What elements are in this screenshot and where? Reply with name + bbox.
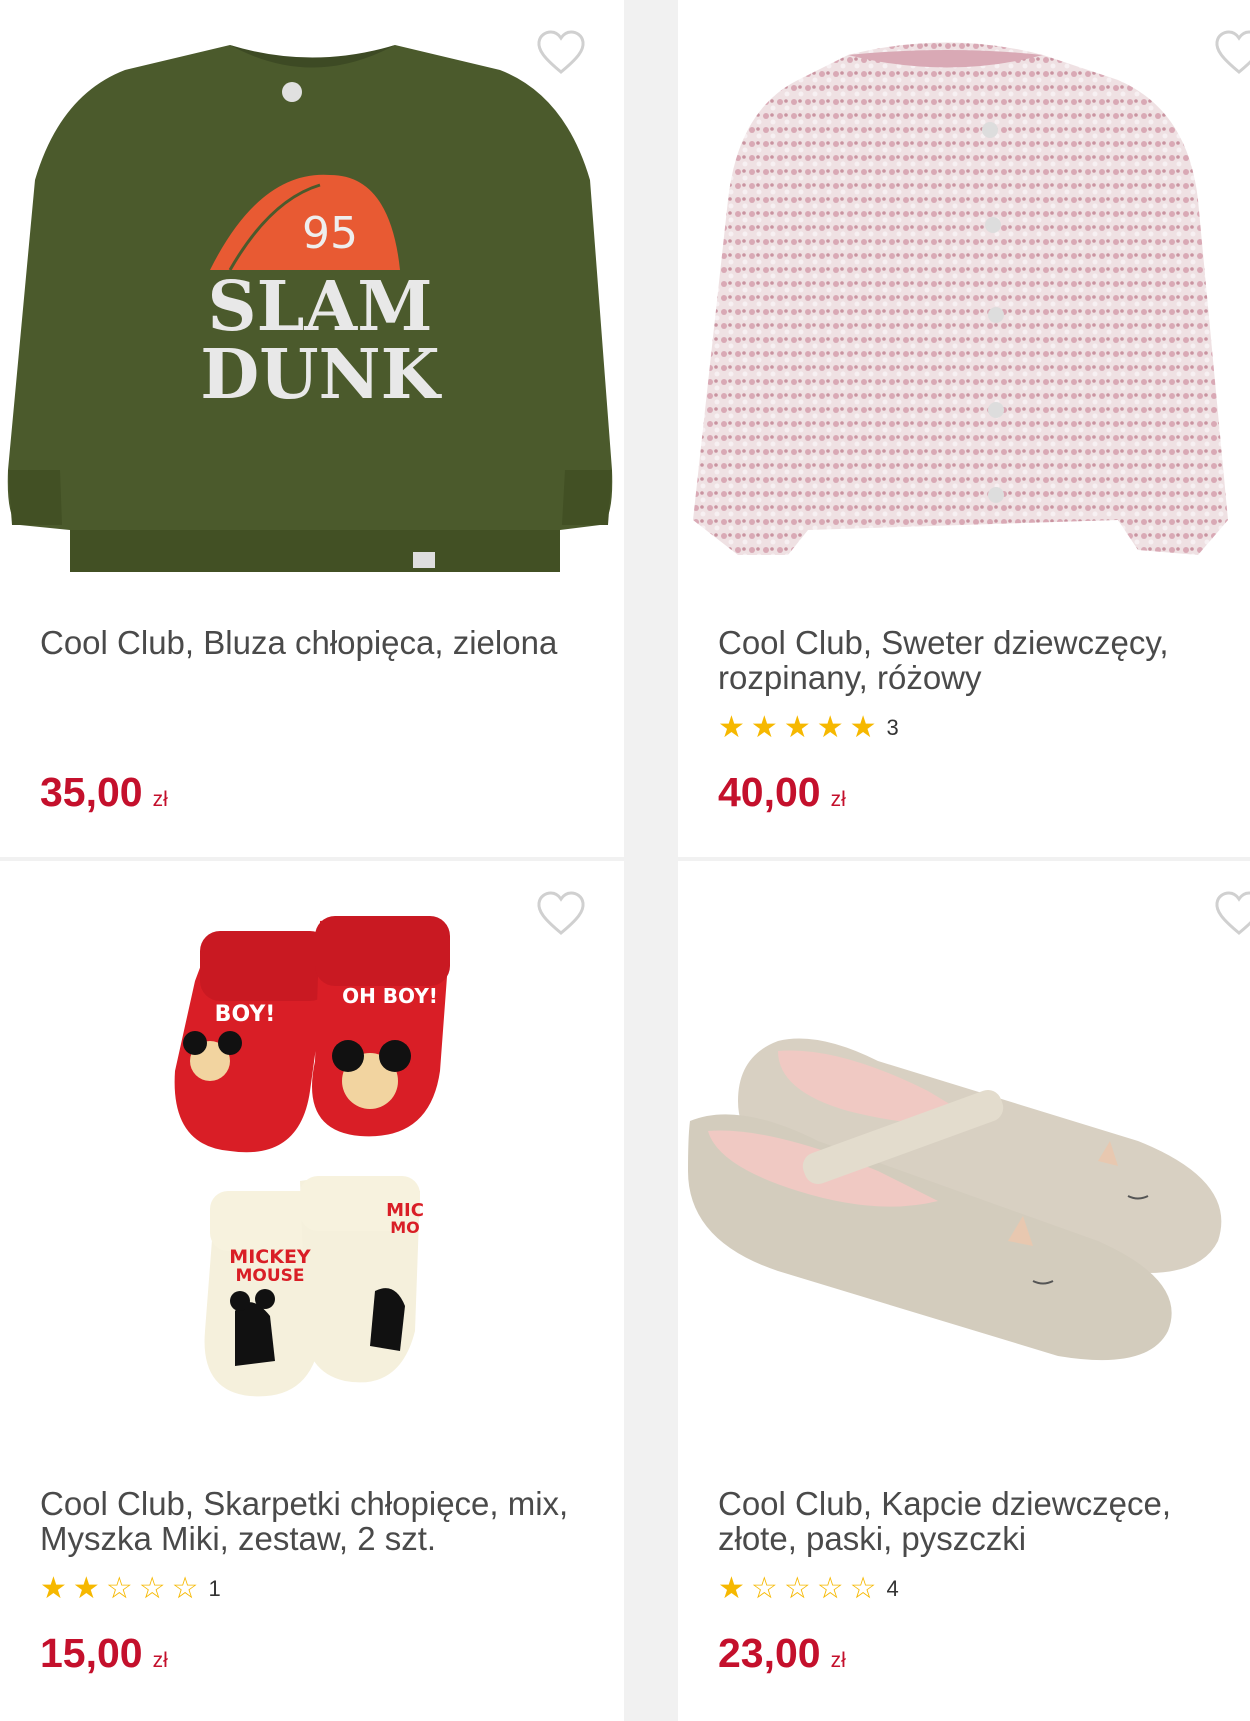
star-filled-icon: ★ <box>72 1572 100 1605</box>
wishlist-heart-icon[interactable] <box>536 891 586 937</box>
sock-text-6: MO <box>390 1218 420 1237</box>
price-currency: zł <box>830 788 846 811</box>
rating-count: 1 <box>208 1576 221 1601</box>
price-value: 15,00 <box>40 1630 143 1676</box>
product-rating: ★ ☆ ☆ ☆ ☆ 4 <box>718 1572 899 1606</box>
product-grid: 95 SLAM DUNK Cool Club, Bluza chłopięca,… <box>0 0 1250 1721</box>
star-filled-icon: ★ <box>849 711 877 744</box>
product-image[interactable] <box>678 861 1250 1451</box>
wishlist-heart-icon[interactable] <box>536 30 586 76</box>
product-price: 35,00 zł <box>40 768 168 824</box>
product-image[interactable] <box>678 0 1250 590</box>
price-currency: zł <box>830 1649 846 1672</box>
product-price: 15,00 zł <box>40 1629 168 1685</box>
pink-cardigan-image <box>693 42 1228 555</box>
star-outline-icon: ☆ <box>138 1572 166 1605</box>
price-value: 35,00 <box>40 769 143 815</box>
price-value: 23,00 <box>718 1630 821 1676</box>
star-outline-icon: ☆ <box>171 1572 199 1605</box>
product-title[interactable]: Cool Club, Kapcie dziewczęce, złote, pas… <box>718 1486 1250 1556</box>
mickey-socks-image: BOY! OH BOY! MICKEY MOUSE MIC MO <box>174 916 450 1397</box>
wishlist-heart-icon[interactable] <box>1214 891 1250 937</box>
product-title[interactable]: Cool Club, Bluza chłopięca, zielona <box>40 625 580 660</box>
star-outline-icon: ☆ <box>783 1572 811 1605</box>
product-image[interactable]: 95 SLAM DUNK <box>0 0 624 590</box>
product-image[interactable]: BOY! OH BOY! MICKEY MOUSE MIC MO <box>0 861 624 1451</box>
star-outline-icon: ☆ <box>816 1572 844 1605</box>
sock-text-3: MICKEY <box>229 1246 311 1268</box>
green-sweatshirt-image: 95 SLAM DUNK <box>7 45 613 572</box>
product-title[interactable]: Cool Club, Sweter dziewczęcy, rozpinany,… <box>718 625 1250 695</box>
sock-text-4: MOUSE <box>235 1266 304 1286</box>
product-card[interactable]: 95 SLAM DUNK Cool Club, Bluza chłopięca,… <box>0 0 624 857</box>
star-filled-icon: ★ <box>718 1572 745 1605</box>
product-price: 40,00 zł <box>718 768 846 824</box>
product-price: 23,00 zł <box>718 1629 846 1685</box>
star-outline-icon: ☆ <box>849 1572 877 1605</box>
product-rating: ★ ★ ☆ ☆ ☆ 1 <box>40 1572 221 1606</box>
wishlist-heart-icon[interactable] <box>1214 30 1250 76</box>
sock-text-1: BOY! <box>215 1002 276 1027</box>
price-currency: zł <box>152 1649 168 1672</box>
sock-text-2: OH BOY! <box>342 984 438 1008</box>
gold-slippers-image <box>685 1038 1222 1388</box>
print-word-2: DUNK <box>200 335 442 415</box>
product-card[interactable]: Cool Club, Sweter dziewczęcy, rozpinany,… <box>678 0 1250 857</box>
rating-count: 3 <box>886 715 899 740</box>
star-filled-icon: ★ <box>718 711 745 744</box>
product-card[interactable]: BOY! OH BOY! MICKEY MOUSE MIC MO Cool Cl… <box>0 861 624 1721</box>
star-outline-icon: ☆ <box>750 1572 778 1605</box>
product-card[interactable]: Cool Club, Kapcie dziewczęce, złote, pas… <box>678 861 1250 1721</box>
product-rating: ★ ★ ★ ★ ★ 3 <box>718 711 899 745</box>
star-filled-icon: ★ <box>816 711 844 744</box>
star-filled-icon: ★ <box>750 711 778 744</box>
star-outline-icon: ☆ <box>105 1572 133 1605</box>
star-filled-icon: ★ <box>40 1572 67 1605</box>
price-value: 40,00 <box>718 769 821 815</box>
star-filled-icon: ★ <box>783 711 811 744</box>
rating-count: 4 <box>886 1576 899 1601</box>
price-currency: zł <box>152 788 168 811</box>
product-title[interactable]: Cool Club, Skarpetki chłopięce, mix, Mys… <box>40 1486 580 1556</box>
print-number: 95 <box>302 208 358 259</box>
